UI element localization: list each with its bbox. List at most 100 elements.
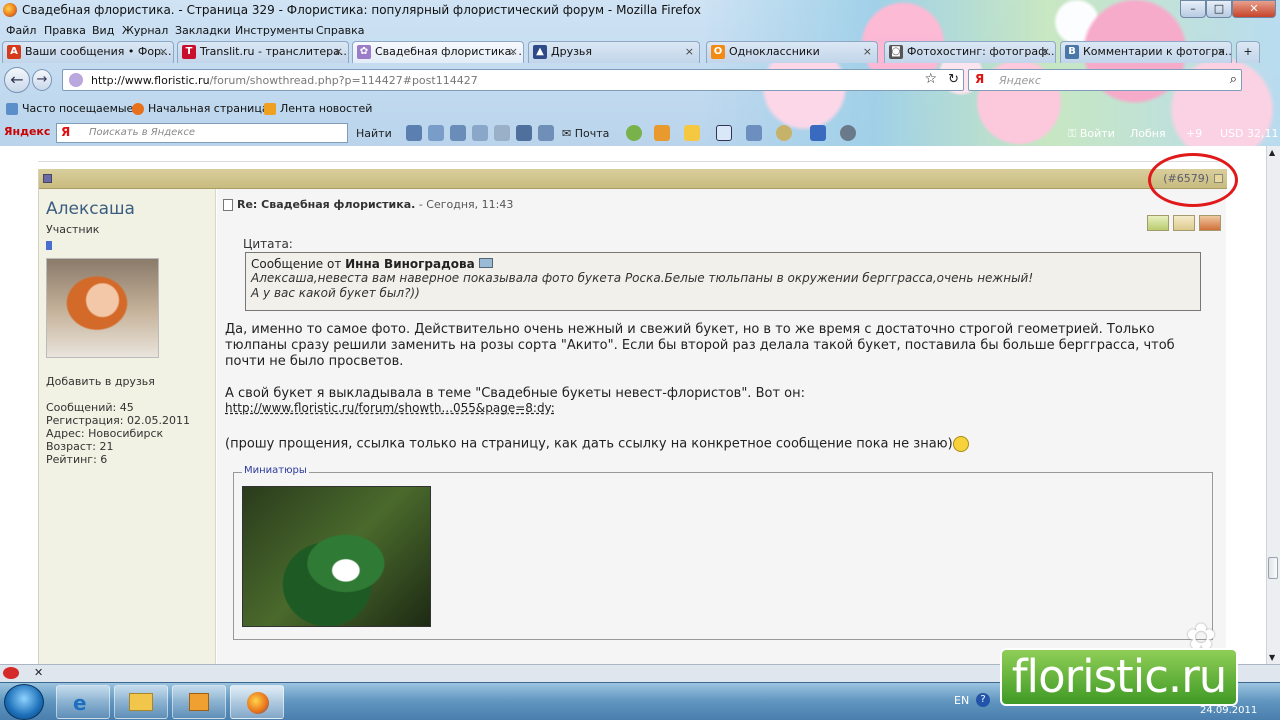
search-box[interactable]: Я Яндекс ⌕ <box>968 69 1242 91</box>
user-address: Адрес: Новосибирск <box>46 427 164 440</box>
star-icon[interactable]: ☆ <box>924 71 937 87</box>
url-bar[interactable]: http://www.floristic.ru/forum/showthread… <box>62 69 964 91</box>
city-label[interactable]: Лобня <box>1130 127 1166 140</box>
language-indicator[interactable]: EN <box>954 694 969 707</box>
tab-friends[interactable]: ▲ Друзья × <box>528 41 700 63</box>
close-tab-icon[interactable]: × <box>1217 42 1226 62</box>
mail-button[interactable]: ✉ Почта <box>562 127 609 140</box>
thread-link[interactable]: http://www.floristic.ru/forum/showth...0… <box>225 401 555 415</box>
adblock-icon[interactable] <box>3 667 19 679</box>
url-path: /forum/showthread.php?p=114427#post11442… <box>209 74 478 87</box>
bookmark-toolbar-icon[interactable] <box>406 125 422 141</box>
window-title: Свадебная флористика. - Страница 329 - Ф… <box>22 3 701 17</box>
clock-date[interactable]: 24.09.2011 <box>1200 705 1257 716</box>
url-host: http://www.floristic.ru <box>91 74 210 87</box>
scroll-down-icon[interactable]: ▼ <box>1269 653 1275 662</box>
menu-file[interactable]: Файл <box>6 24 36 37</box>
explorer-taskbar-icon[interactable] <box>114 685 168 719</box>
gear-icon[interactable] <box>840 125 856 141</box>
news-toolbar-icon[interactable] <box>472 125 488 141</box>
user-registration: Регистрация: 02.05.2011 <box>46 414 190 427</box>
menu-view[interactable]: Вид <box>92 24 114 37</box>
report-button[interactable] <box>1199 215 1221 231</box>
tab-comments[interactable]: B Комментарии к фотогра... × <box>1060 41 1232 63</box>
login-button[interactable]: ⚿ Войти <box>1068 127 1115 141</box>
tab-translit[interactable]: T Translit.ru - транслитера... × <box>177 41 349 63</box>
reload-icon[interactable]: ↻ <box>948 72 959 87</box>
close-tab-icon[interactable]: × <box>334 42 343 62</box>
close-tab-icon[interactable]: × <box>863 42 872 62</box>
add-friend-link[interactable]: Добавить в друзья <box>46 375 155 388</box>
ie-icon: e <box>73 691 87 715</box>
forward-icon[interactable]: → <box>32 69 52 91</box>
maximize-button[interactable]: □ <box>1206 0 1232 18</box>
menu-edit[interactable]: Правка <box>44 24 86 37</box>
quote-button[interactable] <box>1173 215 1195 231</box>
reputation-icon <box>46 241 52 250</box>
floristic-watermark: floristic.ru <box>1000 648 1238 706</box>
translate-toolbar-icon[interactable] <box>516 125 532 141</box>
friends-icon: ▲ <box>533 45 547 59</box>
menu-tools[interactable]: Инструменты <box>235 24 314 37</box>
smiley-icon <box>952 436 969 452</box>
new-tab-button[interactable]: + <box>1236 41 1260 63</box>
scroll-up-icon[interactable]: ▲ <box>1269 148 1275 157</box>
ie-taskbar-icon[interactable]: e <box>56 685 110 719</box>
view-post-icon[interactable] <box>478 258 493 268</box>
forum-post: (#6579) Алексаша Участник Добавить в дру… <box>38 169 1227 664</box>
book-toolbar-icon[interactable] <box>810 125 826 141</box>
disk-toolbar-icon[interactable] <box>538 125 554 141</box>
folder-icon <box>129 693 153 711</box>
menu-help[interactable]: Справка <box>316 24 364 37</box>
temperature-label[interactable]: +9 <box>1186 127 1202 140</box>
refresh-toolbar-icon[interactable] <box>626 125 642 141</box>
currency-label[interactable]: USD 32,11 <box>1220 127 1279 140</box>
translate-box-icon[interactable] <box>716 125 732 141</box>
tab-odnoklassniki[interactable]: O Одноклассники × <box>706 41 878 63</box>
yandex-brand[interactable]: Яндекс <box>4 125 50 138</box>
bouquet-thumbnail[interactable] <box>242 486 431 627</box>
bookmark-most-visited[interactable]: Часто посещаемые <box>6 102 133 115</box>
forum-icon: A <box>7 45 21 59</box>
menu-bookmarks[interactable]: Закладки <box>175 24 231 37</box>
firefox-taskbar-icon[interactable] <box>230 685 284 719</box>
translit-icon: T <box>182 45 196 59</box>
scrollbar-thumb[interactable] <box>1268 557 1278 579</box>
media-taskbar-icon[interactable] <box>172 685 226 719</box>
globe-toolbar-icon[interactable] <box>494 125 510 141</box>
minimize-button[interactable]: – <box>1180 0 1206 18</box>
close-tab-icon[interactable]: × <box>159 42 168 62</box>
tab-strip: A Ваши сообщения • Фор... × T Translit.ru -… <box>0 40 1280 64</box>
people-toolbar-icon[interactable] <box>450 125 466 141</box>
username[interactable]: Алексаша <box>46 199 135 219</box>
close-button[interactable]: ✕ <box>1232 0 1276 18</box>
tab-wedding-floristics[interactable]: ✿ Свадебная флористика. ... × <box>352 41 524 63</box>
search-icon[interactable]: ⌕ <box>1230 72 1237 87</box>
quick-reply-button[interactable] <box>1147 215 1169 231</box>
back-icon[interactable]: ← <box>4 67 30 93</box>
yandex-find-button[interactable]: Найти <box>356 127 392 140</box>
help-icon[interactable]: ? <box>976 693 990 707</box>
grid-toolbar-icon[interactable] <box>746 125 762 141</box>
menu-history[interactable]: Журнал <box>122 24 168 37</box>
start-button[interactable] <box>4 684 44 720</box>
yandex-search-input[interactable]: Я Поискать в Яндексе <box>56 123 348 143</box>
close-tab-icon[interactable]: × <box>685 42 694 62</box>
bookmark-home[interactable]: Начальная страница <box>132 102 269 115</box>
avatar[interactable] <box>46 258 159 358</box>
firefox-icon <box>132 103 144 115</box>
mail-toolbar-icon[interactable] <box>428 125 444 141</box>
vertical-scrollbar[interactable]: ▲ ▼ <box>1266 146 1280 664</box>
close-tab-icon[interactable]: × <box>1041 42 1050 62</box>
close-statusbar-icon[interactable]: ✕ <box>34 666 43 679</box>
close-tab-icon[interactable]: × <box>509 42 518 62</box>
post-date: - Сегодня, 11:43 <box>415 198 514 211</box>
post-title-line: Re: Свадебная флористика. - Сегодня, 11:… <box>223 198 513 211</box>
tab-forum-messages[interactable]: A Ваши сообщения • Фор... × <box>2 41 174 63</box>
menu-bar: Файл Правка Вид Журнал Закладки Инструме… <box>0 22 700 40</box>
chat-toolbar-icon[interactable] <box>776 125 792 141</box>
bookmark-news[interactable]: Лента новостей <box>264 102 372 115</box>
tools-toolbar-icon[interactable] <box>654 125 670 141</box>
favorites-star-icon[interactable] <box>684 125 700 141</box>
tab-photohosting[interactable]: ◙ Фотохостинг: фотограф... × <box>884 41 1056 63</box>
